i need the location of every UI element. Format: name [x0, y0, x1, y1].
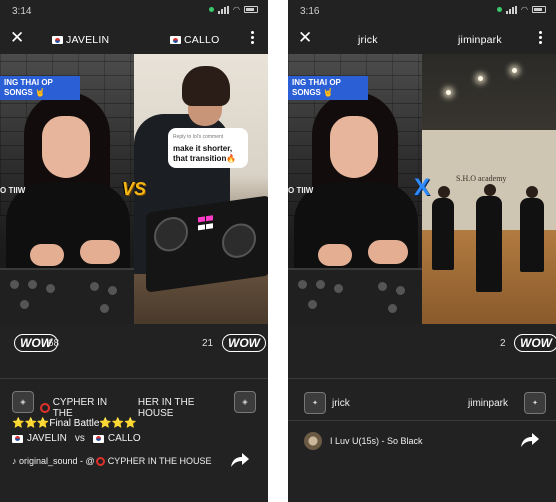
status-bar: 3:16 ◠ [288, 0, 556, 22]
song-row[interactable]: I Luv U(15s) - So Black [304, 432, 544, 450]
dj-controller [146, 195, 268, 293]
video-banner: ING THAI OP SONGS 🤘 [288, 76, 368, 100]
red-ring-icon [40, 403, 50, 413]
channel-left-name[interactable]: CYPHER IN THE [53, 397, 126, 419]
battle-videos: ING THAI OP SONGS 🤘 O TIIW Reply to lol'… [0, 54, 268, 324]
player-right-label[interactable]: jiminpark [468, 398, 508, 409]
player-right-avatar[interactable]: ✦ [524, 392, 546, 414]
status-time: 3:14 [12, 6, 32, 17]
player-right-name[interactable]: CALLO [170, 34, 219, 46]
battle-title: ⭐⭐⭐Final Battle⭐⭐⭐ [12, 418, 137, 429]
wow-right-count: 21 [202, 338, 214, 349]
left-screen: 3:14 ◠ ✕ JAVELIN CALLO ING THAI OP SONGS… [0, 0, 268, 502]
wow-left-count: 68 [48, 338, 60, 349]
korea-flag-icon [170, 36, 181, 44]
video-right[interactable]: Reply to lol's comment make it shorter, … [134, 54, 268, 324]
more-options-button[interactable] [536, 31, 544, 47]
video-right[interactable]: S.H.O academy [422, 54, 556, 324]
close-button[interactable]: ✕ [298, 29, 314, 46]
player-left-name[interactable]: JAVELIN [52, 34, 109, 46]
dancer [432, 198, 454, 270]
share-icon[interactable] [520, 431, 540, 449]
x-badge: X [413, 174, 430, 201]
wow-right-count: 2 [500, 338, 506, 349]
top-bar: ✕ JAVELIN CALLO [0, 28, 268, 52]
signal-icon [506, 5, 518, 14]
video-left[interactable]: ING THAI OP SONGS 🤘 O TIIW [288, 54, 422, 324]
reactions-bar: 2 WOW [288, 334, 556, 356]
music-disc-icon [304, 432, 322, 450]
vs-badge: VS [121, 179, 146, 199]
red-ring-icon [95, 456, 105, 466]
top-bar: ✕ jrick jiminpark [288, 28, 556, 52]
song-name: I Luv U(15s) - So Black [330, 436, 423, 446]
channel-row: CYPHER IN THE HER IN THE HOUSE [40, 397, 228, 419]
signal-icon [218, 5, 230, 14]
channel-right-name[interactable]: HER IN THE HOUSE [138, 397, 228, 419]
close-button[interactable]: ✕ [10, 29, 26, 46]
status-icons: ◠ [209, 5, 258, 14]
studio-wall-text: S.H.O academy [456, 174, 507, 183]
player-left-label[interactable]: jrick [332, 398, 544, 409]
status-bar: 3:14 ◠ [0, 0, 268, 22]
wifi-icon: ◠ [521, 5, 528, 14]
battery-icon [532, 6, 546, 13]
battle-players: JAVELIN vs CALLO [12, 433, 256, 444]
player-right-name[interactable]: jiminpark [458, 34, 502, 46]
wow-right-button[interactable]: WOW [514, 334, 556, 352]
dancer [520, 198, 544, 272]
channel-right-avatar[interactable]: ◈ [234, 391, 256, 413]
status-icons: ◠ [497, 5, 546, 14]
player-left-avatar[interactable]: ✦ [304, 392, 326, 414]
player-left-name[interactable]: jrick [358, 34, 378, 46]
korea-flag-icon [12, 434, 23, 443]
sound-name: ♪ original_sound - @ [12, 456, 95, 466]
sound-channel: CYPHER IN THE HOUSE [107, 456, 212, 466]
video-left[interactable]: ING THAI OP SONGS 🤘 O TIIW [0, 54, 134, 324]
green-dot-icon [209, 7, 215, 12]
dancer [476, 196, 502, 292]
channel-left-avatar[interactable]: ◈ [12, 391, 34, 413]
share-icon[interactable] [230, 451, 250, 469]
sound-row[interactable]: ♪ original_sound - @ CYPHER IN THE HOUSE [12, 456, 256, 466]
status-time: 3:16 [300, 6, 320, 17]
reactions-bar: WOW 68 21 WOW [0, 334, 268, 356]
korea-flag-icon [52, 36, 63, 44]
comment-bubble: Reply to lol's comment make it shorter, … [168, 128, 248, 168]
video-side-text: O TIIW [0, 186, 26, 195]
battle-videos: ING THAI OP SONGS 🤘 O TIIW S.H.O academy… [288, 54, 556, 324]
video-side-text: O TIIW [288, 186, 314, 195]
dj-deck [288, 268, 422, 324]
video-banner: ING THAI OP SONGS 🤘 [0, 76, 80, 100]
battery-icon [244, 6, 258, 13]
korea-flag-icon [92, 434, 104, 443]
right-screen: 3:16 ◠ ✕ jrick jiminpark ING THAI OP SON… [288, 0, 556, 502]
dj-deck [0, 268, 134, 324]
green-dot-icon [497, 7, 503, 12]
more-options-button[interactable] [248, 31, 256, 47]
wow-right-button[interactable]: WOW [222, 334, 266, 352]
wifi-icon: ◠ [233, 5, 240, 14]
